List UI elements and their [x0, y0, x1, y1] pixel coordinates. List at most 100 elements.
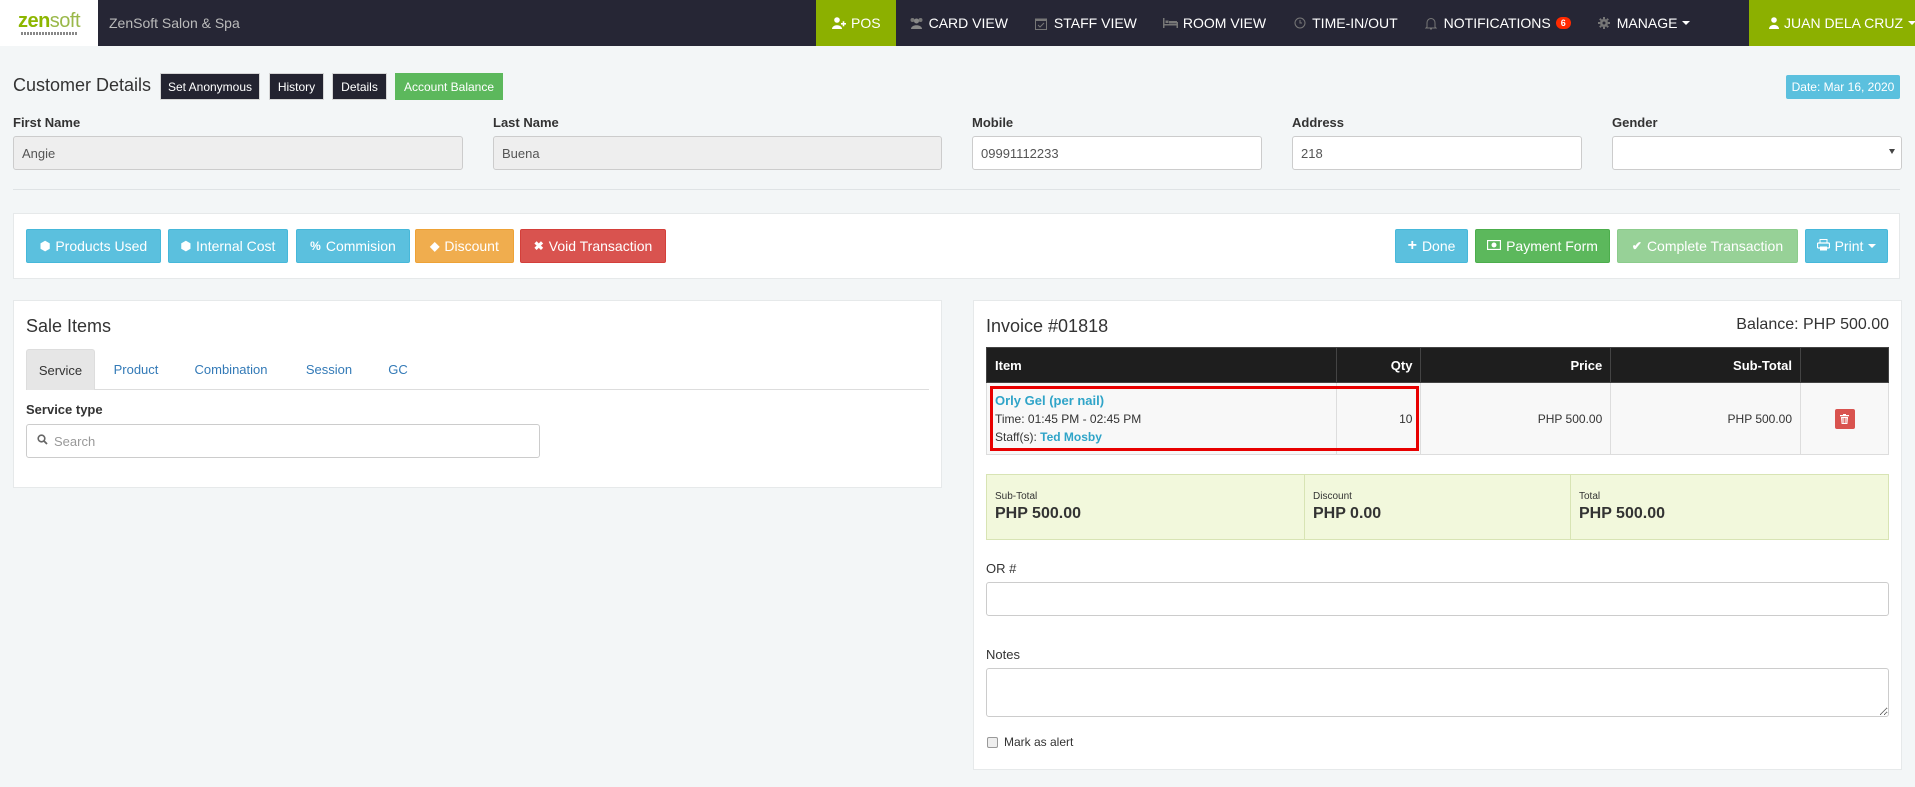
history-button[interactable]: History	[269, 73, 324, 100]
date-badge: Date: Mar 16, 2020	[1786, 75, 1900, 99]
staff-label: Staff(s):	[995, 430, 1037, 444]
or-number-label: OR #	[986, 561, 1017, 576]
search-placeholder: Search	[54, 433, 96, 449]
nav-user-menu[interactable]: JUAN DELA CRUZ	[1749, 0, 1915, 46]
nav-manage[interactable]: MANAGE	[1584, 0, 1704, 46]
nav-time-in-out-label: TIME-IN/OUT	[1312, 15, 1398, 31]
invoice-title: Invoice #01818	[986, 316, 1109, 336]
service-type-label: Service type	[26, 402, 103, 417]
clock-icon	[1292, 16, 1307, 30]
mark-as-alert-checkbox[interactable]	[987, 737, 998, 748]
chevron-down-icon	[1908, 21, 1915, 25]
commision-label: Commision	[325, 238, 396, 254]
user-name: JUAN DELA CRUZ	[1784, 15, 1904, 31]
customer-details-title: Customer Details	[13, 75, 152, 95]
complete-transaction-button[interactable]: ✔ Complete Transaction	[1617, 229, 1798, 263]
item-staff: Staff(s): Ted Mosby	[995, 430, 1328, 444]
table-row: Orly Gel (per nail) Time: 01:45 PM - 02:…	[986, 382, 1889, 455]
nav-card-view-label: CARD VIEW	[928, 15, 1008, 31]
void-transaction-label: Void Transaction	[548, 238, 653, 254]
first-name-label: First Name	[13, 115, 81, 130]
tags-icon: ◆	[430, 239, 440, 253]
mobile-label: Mobile	[972, 115, 1014, 130]
done-button[interactable]: + Done	[1395, 229, 1468, 263]
discount-button[interactable]: ◆ Discount	[415, 229, 514, 263]
notes-label: Notes	[986, 647, 1020, 662]
action-cell	[1800, 382, 1889, 455]
print-label: Print	[1834, 238, 1864, 254]
col-actions	[1800, 347, 1889, 383]
gear-icon	[1597, 16, 1612, 30]
gender-select[interactable]	[1612, 136, 1902, 170]
totals-subtotal: Sub-Total PHP 500.00	[987, 475, 1305, 539]
nav-pos[interactable]: POS	[816, 0, 896, 46]
nav-pos-label: POS	[851, 15, 881, 31]
nav-notifications[interactable]: NOTIFICATIONS 6	[1411, 0, 1584, 46]
sale-items-tabs: Service Product Combination Session GC	[26, 349, 929, 390]
item-name-link[interactable]: Orly Gel (per nail)	[995, 393, 1328, 408]
search-icon	[37, 434, 48, 448]
col-subtotal: Sub-Total	[1610, 347, 1802, 383]
trash-icon	[1840, 413, 1850, 424]
void-transaction-button[interactable]: ✖ Void Transaction	[520, 229, 666, 263]
tab-combination[interactable]: Combination	[186, 349, 276, 390]
internal-cost-label: Internal Cost	[196, 238, 276, 254]
bed-icon	[1162, 16, 1178, 30]
nav-manage-label: MANAGE	[1616, 15, 1678, 31]
mobile-input[interactable]	[972, 136, 1262, 170]
service-search-input[interactable]: Search	[26, 424, 540, 458]
check-icon: ✔	[1631, 239, 1642, 253]
commision-button[interactable]: % Commision	[296, 229, 410, 263]
nav-staff-view[interactable]: STAFF VIEW	[1021, 0, 1150, 46]
last-name-input[interactable]	[493, 136, 942, 170]
payment-form-button[interactable]: Payment Form	[1475, 229, 1610, 263]
brand-name: ZenSoft Salon & Spa	[109, 15, 240, 31]
internal-cost-button[interactable]: ⬢ Internal Cost	[168, 229, 288, 263]
notes-textarea[interactable]	[986, 668, 1889, 717]
subtotal-cell: PHP 500.00	[1610, 382, 1802, 455]
discount-label: Discount	[444, 238, 499, 254]
payment-form-label: Payment Form	[1506, 238, 1598, 254]
discount-value: PHP 0.00	[1313, 505, 1382, 522]
set-anonymous-button[interactable]: Set Anonymous	[160, 73, 260, 100]
complete-transaction-label: Complete Transaction	[1646, 238, 1784, 254]
nav-staff-view-label: STAFF VIEW	[1053, 15, 1137, 31]
tab-session[interactable]: Session	[296, 349, 362, 390]
or-number-input[interactable]	[986, 582, 1889, 616]
col-qty: Qty	[1335, 347, 1422, 383]
address-label: Address	[1292, 115, 1345, 130]
user-icon	[1769, 16, 1779, 30]
nav-notifications-label: NOTIFICATIONS	[1443, 15, 1551, 31]
logo[interactable]: zensoft	[0, 0, 98, 46]
nav-time-in-out[interactable]: TIME-IN/OUT	[1279, 0, 1411, 46]
chevron-down-icon	[1682, 21, 1691, 25]
done-label: Done	[1421, 238, 1456, 254]
nav-room-view-label: ROOM VIEW	[1182, 15, 1267, 31]
delete-item-button[interactable]	[1834, 408, 1855, 429]
details-button[interactable]: Details	[332, 73, 387, 100]
products-used-label: Products Used	[55, 238, 148, 254]
price-cell: PHP 500.00	[1420, 382, 1612, 455]
products-used-button[interactable]: ⬢ Products Used	[26, 229, 161, 263]
item-time: Time: 01:45 PM - 02:45 PM	[995, 412, 1142, 426]
tab-service[interactable]: Service	[26, 349, 95, 390]
sale-items-panel	[13, 300, 942, 488]
last-name-label: Last Name	[493, 115, 559, 130]
tab-product[interactable]: Product	[104, 349, 168, 390]
subtotal-label: Sub-Total	[995, 491, 1038, 502]
divider	[13, 189, 1900, 190]
account-balance-button[interactable]: Account Balance	[395, 73, 503, 100]
tab-gc[interactable]: GC	[378, 349, 418, 390]
first-name-input[interactable]	[13, 136, 463, 170]
subtotal-value: PHP 500.00	[995, 505, 1081, 522]
staff-name-link[interactable]: Ted Mosby	[1040, 430, 1102, 444]
nav-room-view[interactable]: ROOM VIEW	[1150, 0, 1279, 46]
address-input[interactable]	[1292, 136, 1582, 170]
print-button[interactable]: Print	[1805, 229, 1888, 263]
table-header-row: Item Qty Price Sub-Total	[986, 347, 1889, 383]
nav-card-view[interactable]: CARD VIEW	[896, 0, 1021, 46]
cube-icon: ⬢	[39, 239, 51, 253]
users-icon	[909, 16, 924, 30]
discount-label: Discount	[1313, 491, 1352, 502]
chevron-down-icon	[1868, 244, 1877, 248]
